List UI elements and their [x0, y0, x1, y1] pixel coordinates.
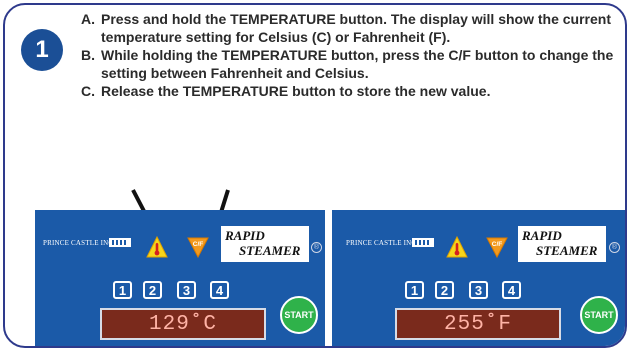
instruction-text: While holding the TEMPERATURE button, pr… — [101, 47, 614, 81]
rapid-steamer-logo: RAPID STEAMER — [221, 226, 309, 262]
step-number-badge: 1 — [21, 29, 63, 71]
instruction-text: Press and hold the TEMPERATURE button. T… — [101, 11, 612, 45]
brand-logo: PRINCE CASTLE INC. — [43, 238, 135, 249]
instruction-letter: A. — [81, 11, 95, 27]
rapid-steamer-logo: RAPID STEAMER — [518, 226, 606, 262]
number-key-4[interactable]: 4 — [502, 281, 521, 299]
number-key-2[interactable]: 2 — [435, 281, 454, 299]
control-panel-fahrenheit: PRINCE CASTLE INC. C/F RAPID STEAMER ® 1… — [332, 210, 625, 346]
temperature-display: 129˚C — [100, 308, 266, 340]
number-key-3[interactable]: 3 — [469, 281, 488, 299]
instruction-item: C. Release the TEMPERATURE button to sto… — [81, 83, 621, 101]
cf-button[interactable]: C/F — [486, 236, 508, 258]
logo-line2: STEAMER — [239, 243, 301, 258]
logo-line2: STEAMER — [536, 243, 598, 258]
registered-mark: ® — [311, 242, 322, 253]
cf-icon: C/F — [193, 241, 204, 248]
start-button[interactable]: START — [580, 296, 618, 334]
instruction-card: 1 A. Press and hold the TEMPERATURE butt… — [3, 3, 627, 348]
temperature-button[interactable] — [446, 236, 468, 258]
instruction-list: A. Press and hold the TEMPERATURE button… — [81, 11, 621, 102]
number-key-3[interactable]: 3 — [177, 281, 196, 299]
brand-mark — [412, 238, 434, 247]
start-button[interactable]: START — [280, 296, 318, 334]
instruction-letter: B. — [81, 47, 95, 63]
number-key-4[interactable]: 4 — [210, 281, 229, 299]
temperature-display: 255˚F — [395, 308, 561, 340]
brand-logo: PRINCE CASTLE INC. — [346, 238, 438, 249]
instruction-text: Release the TEMPERATURE button to store … — [101, 83, 491, 99]
instruction-item: B. While holding the TEMPERATURE button,… — [81, 47, 621, 82]
temperature-button[interactable] — [146, 236, 168, 258]
brand-mark — [109, 238, 131, 247]
logo-line1: RAPID — [225, 228, 265, 243]
instruction-letter: C. — [81, 83, 95, 99]
registered-mark: ® — [609, 242, 620, 253]
logo-line1: RAPID — [522, 228, 562, 243]
number-key-1[interactable]: 1 — [113, 281, 132, 299]
cf-button[interactable]: C/F — [187, 236, 209, 258]
cf-icon: C/F — [492, 241, 503, 248]
number-key-2[interactable]: 2 — [143, 281, 162, 299]
brand-text: PRINCE CASTLE INC. — [43, 239, 116, 247]
control-panel-celsius: PRINCE CASTLE INC. C/F RAPID STEAMER ® 1… — [35, 210, 325, 346]
instruction-item: A. Press and hold the TEMPERATURE button… — [81, 11, 621, 46]
number-key-1[interactable]: 1 — [405, 281, 424, 299]
brand-text: PRINCE CASTLE INC. — [346, 239, 419, 247]
